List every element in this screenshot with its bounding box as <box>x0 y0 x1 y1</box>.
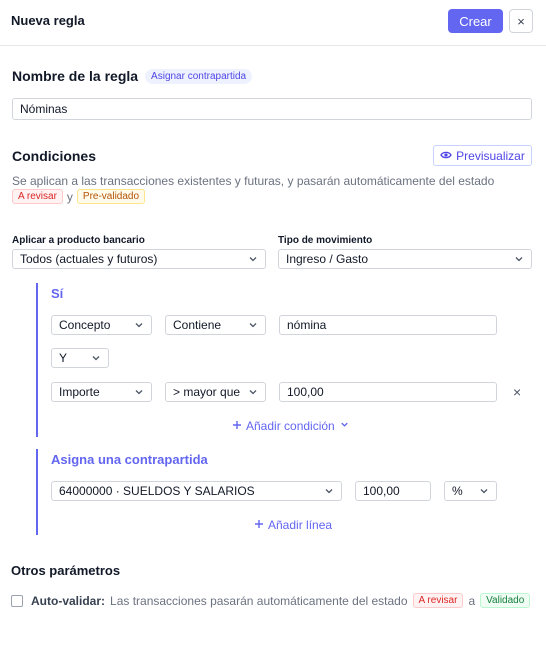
movement-select[interactable]: Ingreso / Gasto <box>278 249 532 269</box>
add-condition-button[interactable]: Añadir condición <box>232 419 350 433</box>
rule-name-heading: Nombre de la regla Asignar contrapartida <box>12 68 253 84</box>
remove-condition-button[interactable]: × <box>513 384 521 400</box>
chevron-down-icon <box>323 485 335 497</box>
eye-icon <box>440 149 452 163</box>
autovalidate-label: Auto-validar: <box>31 593 106 608</box>
assign-group-bar <box>36 449 38 535</box>
close-icon: × <box>513 384 522 400</box>
modal-header: Nueva regla Crear × <box>0 0 546 46</box>
status-connector: a <box>468 593 476 608</box>
add-line-label: Añadir línea <box>268 518 333 532</box>
chevron-down-icon <box>339 419 350 433</box>
conditions-title: Condiciones <box>12 148 97 164</box>
status-badge-from: A revisar <box>412 593 464 608</box>
condition-value-input[interactable]: nómina <box>279 315 497 335</box>
status-connector: y <box>66 189 73 204</box>
logic-operator-value: Y <box>59 351 68 365</box>
chevron-down-icon <box>247 253 259 265</box>
other-params-title: Otros parámetros <box>11 563 121 578</box>
movement-select-value: Ingreso / Gasto <box>286 252 369 266</box>
bank-select[interactable]: Todos (actuales y futuros) <box>12 249 266 269</box>
condition-operator-value: > mayor que <box>173 385 241 399</box>
amount-input[interactable]: 100,00 <box>355 481 431 501</box>
account-select-value: 64000000 · SUELDOS Y SALARIOS <box>59 484 255 498</box>
autovalidate-checkbox[interactable] <box>11 594 23 607</box>
close-button[interactable]: × <box>509 9 533 33</box>
condition-value-text: nómina <box>287 318 327 332</box>
add-line-button[interactable]: Añadir línea <box>254 518 332 532</box>
condition-operator-value: Contiene <box>173 318 222 332</box>
plus-icon <box>232 419 242 433</box>
condition-field-value: Concepto <box>59 318 111 332</box>
close-icon: × <box>517 13 525 29</box>
condition-value-input[interactable]: 100,00 <box>279 382 497 402</box>
bank-select-value: Todos (actuales y futuros) <box>20 252 158 266</box>
rule-name-input[interactable]: Nóminas <box>12 98 532 120</box>
chevron-down-icon <box>513 253 525 265</box>
chevron-down-icon <box>133 319 145 331</box>
condition-operator-select[interactable]: Contiene <box>165 315 266 335</box>
add-condition-label: Añadir condición <box>246 419 335 433</box>
if-label: Sí <box>51 286 64 301</box>
condition-value-text: 100,00 <box>287 385 324 399</box>
chevron-down-icon <box>247 386 259 398</box>
conditions-description: Se aplican a las transacciones existente… <box>12 173 532 189</box>
account-select[interactable]: 64000000 · SUELDOS Y SALARIOS <box>51 481 342 501</box>
rule-name-value: Nóminas <box>20 102 68 116</box>
condition-field-value: Importe <box>59 385 100 399</box>
conditions-status-flow: A revisar y Pre-validado <box>12 189 146 204</box>
unit-select[interactable]: % <box>444 481 497 501</box>
modal-title: Nueva regla <box>11 13 85 28</box>
condition-group-bar <box>36 283 38 437</box>
preview-label: Previsualizar <box>456 148 525 163</box>
chevron-down-icon <box>90 352 102 364</box>
status-badge-to: Validado <box>480 593 531 608</box>
condition-field-select[interactable]: Importe <box>51 382 152 402</box>
status-badge-to: Pre-validado <box>76 189 146 204</box>
autovalidate-row: Auto-validar: Las transacciones pasarán … <box>11 593 531 608</box>
chevron-down-icon <box>478 485 490 497</box>
condition-operator-select[interactable]: > mayor que <box>165 382 266 402</box>
chevron-down-icon <box>247 319 259 331</box>
status-badge-from: A revisar <box>12 189 63 204</box>
autovalidate-text: Las transacciones pasarán automáticament… <box>110 593 408 608</box>
logic-operator-select[interactable]: Y <box>51 348 109 368</box>
amount-value: 100,00 <box>363 484 400 498</box>
chevron-down-icon <box>133 386 145 398</box>
plus-icon <box>254 518 264 532</box>
condition-field-select[interactable]: Concepto <box>51 315 152 335</box>
preview-button[interactable]: Previsualizar <box>433 145 532 166</box>
rule-name-title: Nombre de la regla <box>12 68 139 84</box>
rule-type-badge: Asignar contrapartida <box>145 68 253 84</box>
create-button[interactable]: Crear <box>448 9 503 33</box>
conditions-description-text: Se aplican a las transacciones existente… <box>12 174 495 188</box>
movement-label: Tipo de movimiento <box>278 235 373 246</box>
bank-label: Aplicar a producto bancario <box>12 235 145 246</box>
assign-title: Asigna una contrapartida <box>51 452 208 467</box>
unit-select-value: % <box>452 484 463 498</box>
